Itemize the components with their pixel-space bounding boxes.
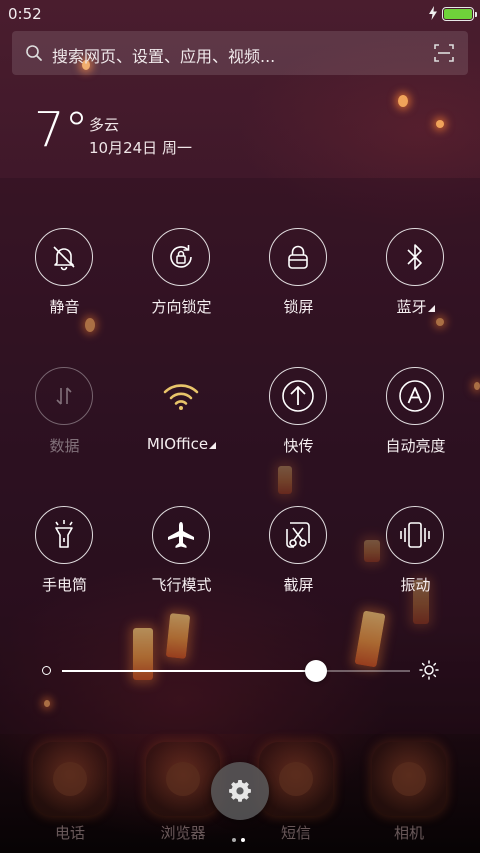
toggle-flashlight-button[interactable]	[35, 506, 93, 564]
weather-date: 10月24日 周一	[89, 139, 192, 157]
rotation-lock-icon	[170, 245, 192, 268]
toggle-quick-transfer-label: 快传	[283, 437, 314, 455]
toggle-bluetooth-label: 蓝牙	[357, 296, 474, 317]
upload-arrow-icon	[282, 380, 314, 412]
status-time: 0:52	[8, 5, 42, 23]
charging-bolt-icon	[429, 6, 437, 20]
toggle-rotation-lock-button[interactable]	[152, 228, 210, 286]
toggle-vibrate-label: 振动	[400, 576, 431, 594]
airplane-icon	[168, 522, 194, 548]
browser-icon	[146, 742, 220, 816]
bell-off-icon	[53, 246, 75, 271]
toggle-airplane[interactable]: 飞行模式	[123, 506, 240, 626]
toggle-lock-screen-button[interactable]	[269, 228, 327, 286]
battery-level	[444, 9, 472, 19]
toggle-rotation-lock[interactable]: 方向锁定	[123, 228, 240, 348]
data-arrows-icon	[56, 387, 72, 405]
search-bar[interactable]: 搜索网页、设置、应用、视频...	[12, 31, 468, 75]
page-dot	[232, 838, 236, 842]
scissors-icon	[286, 522, 310, 548]
camera-icon	[372, 742, 446, 816]
bluetooth-icon	[407, 244, 422, 270]
toggle-data-label: 数据	[49, 437, 80, 455]
brightness-slider[interactable]	[0, 650, 480, 690]
toggle-screenshot-label: 截屏	[283, 576, 314, 594]
brightness-low-icon	[42, 666, 51, 675]
toggle-mute-button[interactable]	[35, 228, 93, 286]
settings-button[interactable]	[211, 762, 269, 820]
toggle-lock-screen[interactable]: 锁屏	[240, 228, 357, 348]
toggle-bluetooth-button[interactable]	[386, 228, 444, 286]
toggle-airplane-label: 飞行模式	[151, 576, 212, 594]
toggle-data-button[interactable]	[35, 367, 93, 425]
wifi-icon	[163, 384, 199, 410]
toggle-flashlight-label: 手电筒	[41, 576, 87, 594]
dock-app-messages[interactable]: 短信	[259, 742, 333, 842]
dock-app-browser[interactable]: 浏览器	[146, 742, 220, 842]
toggle-lock-screen-label: 锁屏	[283, 298, 314, 316]
toggle-airplane-button[interactable]	[152, 506, 210, 564]
lantern-glow	[398, 95, 408, 107]
battery-icon	[442, 7, 477, 21]
vibrate-icon	[400, 522, 430, 548]
message-icon	[259, 742, 333, 816]
expand-menu-icon[interactable]	[209, 442, 217, 449]
toggle-screenshot-button[interactable]	[269, 506, 327, 564]
dock-app-label: 相机	[393, 824, 424, 842]
dock-app-camera[interactable]: 相机	[372, 742, 446, 842]
toggle-auto-brightness-button[interactable]	[386, 367, 444, 425]
toggle-auto-brightness-label: 自动亮度	[385, 437, 446, 455]
toggle-auto-brightness[interactable]: 自动亮度	[357, 367, 474, 487]
lantern-glow	[436, 120, 444, 128]
toggle-bluetooth[interactable]: 蓝牙	[357, 228, 474, 348]
phone-icon	[33, 742, 107, 816]
dock-app-label: 短信	[280, 824, 311, 842]
status-bar: 0:52	[0, 0, 480, 28]
toggle-quick-transfer[interactable]: 快传	[240, 367, 357, 487]
toggle-wifi-label: MIOffice	[123, 435, 240, 453]
toggle-vibrate-button[interactable]	[386, 506, 444, 564]
toggle-quick-transfer-button[interactable]	[269, 367, 327, 425]
expand-menu-icon[interactable]	[427, 305, 435, 312]
toggle-screenshot[interactable]: 截屏	[240, 506, 357, 626]
toggle-bluetooth-text: 蓝牙	[396, 298, 427, 316]
weather-temperature: 7°	[34, 102, 89, 158]
toggle-wifi[interactable]: MIOffice	[123, 367, 240, 487]
brightness-handle[interactable]	[305, 660, 328, 682]
flashlight-icon	[55, 520, 73, 548]
scan-icon[interactable]	[434, 44, 454, 62]
auto-brightness-icon	[399, 380, 431, 412]
battery-tip	[475, 12, 477, 17]
toggle-data[interactable]: 数据	[6, 367, 123, 487]
search-placeholder: 搜索网页、设置、应用、视频...	[52, 47, 276, 66]
dock-app-label: 浏览器	[160, 824, 206, 842]
gear-icon	[229, 780, 251, 802]
toggle-wifi-ssid: MIOffice	[146, 435, 209, 453]
toggle-vibrate[interactable]: 振动	[357, 506, 474, 626]
toggle-flashlight[interactable]: 手电筒	[6, 506, 123, 626]
toggle-wifi-button[interactable]	[152, 367, 210, 425]
page-indicator	[232, 827, 250, 846]
toggle-mute-label: 静音	[49, 298, 80, 316]
toggle-rotation-lock-label: 方向锁定	[151, 298, 212, 316]
search-icon	[26, 45, 42, 61]
dock-app-label: 电话	[54, 824, 85, 842]
brightness-high-icon	[419, 660, 439, 680]
lock-icon	[288, 245, 308, 269]
dock-app-phone[interactable]: 电话	[33, 742, 107, 842]
page-dot-active	[241, 838, 245, 842]
brightness-fill	[62, 670, 317, 672]
weather-condition: 多云	[89, 116, 120, 134]
toggle-mute[interactable]: 静音	[6, 228, 123, 348]
